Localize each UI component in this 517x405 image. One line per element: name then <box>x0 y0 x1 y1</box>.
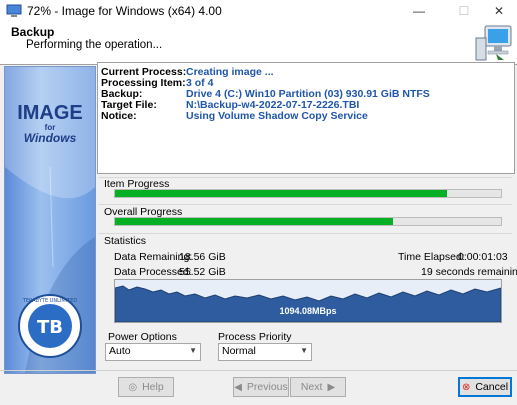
operation-info-box: Current Process: Creating image ... Proc… <box>97 62 515 174</box>
statistics-label: Statistics <box>104 235 147 247</box>
help-button-label: Help <box>142 381 164 393</box>
next-button[interactable]: Next ▶ <box>290 377 346 397</box>
chevron-down-icon: ▼ <box>300 346 308 355</box>
arrow-left-icon: ◀ <box>234 382 242 393</box>
throughput-rate: 1094.08MBps <box>279 306 337 316</box>
minimize-button[interactable]: — <box>401 0 437 22</box>
power-options-value: Auto <box>109 345 131 357</box>
divider <box>98 204 512 205</box>
data-processed-value: 55.52 GiB <box>179 266 226 278</box>
throughput-graph: 1094.08MBps <box>114 279 502 323</box>
divider <box>98 233 512 234</box>
page-title: Backup <box>11 25 55 39</box>
previous-button-label: Previous <box>246 381 288 393</box>
cancel-button[interactable]: ⊗ Cancel <box>458 377 512 397</box>
item-progress-fill <box>115 190 447 197</box>
seconds-remaining: 19 seconds remaining <box>421 266 517 278</box>
divider <box>0 370 517 371</box>
info-value: Using Volume Shadow Copy Service <box>186 110 368 122</box>
wizard-header: Backup Performing the operation... <box>0 22 517 65</box>
chevron-down-icon: ▼ <box>189 346 197 355</box>
app-icon <box>6 4 22 17</box>
process-priority-label: Process Priority <box>218 331 292 343</box>
help-button[interactable]: ◎ Help <box>118 377 174 397</box>
power-options-label: Power Options <box>108 331 177 343</box>
terabyte-seal-logo: TB TERABYTE UNLIMITED <box>18 294 82 358</box>
page-subtitle: Performing the operation... <box>26 39 163 51</box>
svg-text:TERABYTE UNLIMITED: TERABYTE UNLIMITED <box>22 298 78 304</box>
process-priority-dropdown[interactable]: Normal ▼ <box>218 343 312 361</box>
info-label: Notice: <box>101 110 137 122</box>
window-title: 72% - Image for Windows (x64) 4.00 <box>27 4 222 18</box>
computer-backup-icon <box>475 25 512 61</box>
process-priority-value: Normal <box>222 345 256 357</box>
data-remaining-value: 18.56 GiB <box>179 251 226 263</box>
time-elapsed-label: Time Elapsed: <box>398 251 465 263</box>
title-bar: 72% - Image for Windows (x64) 4.00 — ☐ ✕ <box>0 0 517 22</box>
time-elapsed-value: 0:00:01:03 <box>458 251 508 263</box>
brand-windows: Windows <box>23 131 77 145</box>
maximize-button[interactable]: ☐ <box>446 0 482 22</box>
brand-image: IMAGE <box>17 102 83 124</box>
cancel-button-label: Cancel <box>475 381 509 393</box>
arrow-right-icon: ▶ <box>327 382 336 393</box>
overall-progress-bar <box>114 217 502 226</box>
power-options-dropdown[interactable]: Auto ▼ <box>105 343 201 361</box>
overall-progress-fill <box>115 218 393 225</box>
help-icon: ◎ <box>128 382 138 393</box>
product-banner: IMAGE for Windows TB TERABYTE UNLIMITED <box>4 66 96 374</box>
item-progress-bar <box>114 189 502 198</box>
cancel-icon: ⊗ <box>461 382 471 393</box>
next-button-label: Next <box>300 381 323 393</box>
svg-text:TB: TB <box>37 317 63 338</box>
previous-button[interactable]: ◀ Previous <box>233 377 289 397</box>
close-button[interactable]: ✕ <box>481 0 517 22</box>
